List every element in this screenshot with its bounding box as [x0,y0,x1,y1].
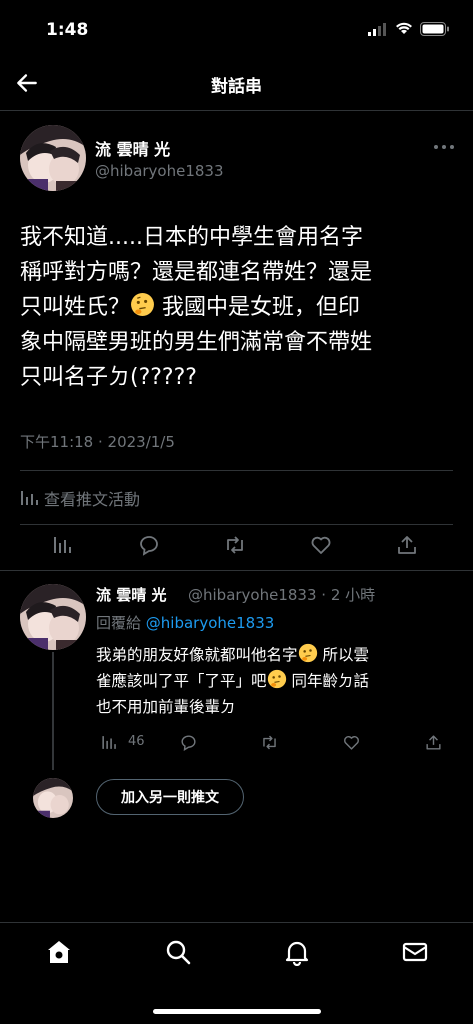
heart-icon[interactable] [309,533,333,557]
share-icon[interactable] [395,533,419,557]
more-dots-icon[interactable] [432,143,456,151]
divider [20,524,453,525]
avatar[interactable] [20,125,86,191]
reply-text: 我弟的朋友好像就都叫他名字 所以雲 雀應該叫了平「了平」吧 同年齡ㄉ話 也不用加… [96,642,456,720]
view-tweet-activity[interactable]: 查看推文活動 [20,486,140,510]
add-another-tweet-button[interactable]: 加入另一則推文 [96,779,244,815]
divider [0,570,473,571]
replying-to: 回覆給 @hibaryohe1833 [96,612,274,633]
analytics-icon [21,491,38,505]
retweet-icon[interactable] [260,733,279,752]
home-icon[interactable] [45,938,73,966]
tweet-timestamp[interactable]: 下午11:18 · 2023/1/5 [20,431,175,452]
analytics-icon[interactable] [100,733,119,752]
search-icon[interactable] [164,938,192,966]
reply-icon[interactable] [137,533,161,557]
header-divider [0,110,473,111]
author-handle[interactable]: @hibaryohe1833 [95,162,224,180]
mail-icon[interactable] [401,938,429,966]
thinking-face-emoji-icon [267,669,286,689]
replying-prefix: 回覆給 [96,614,142,632]
wifi-icon [396,22,412,34]
reply-meta: @hibaryohe1833 · 2 小時 [188,586,376,604]
views-count: 46 [128,734,145,749]
page-title: 對話串 [211,77,262,97]
replying-to-link[interactable]: @hibaryohe1833 [146,614,275,632]
status-time: 1:48 [46,20,89,40]
thinking-face-emoji-icon [298,643,317,663]
author-name[interactable]: 流 雲晴 光 [95,136,170,160]
reply-icon[interactable] [179,733,198,752]
reply-avatar[interactable] [20,584,86,650]
compose-avatar [33,778,73,818]
reply-author-name[interactable]: 流 雲晴 光 [96,584,166,605]
share-icon[interactable] [424,733,443,752]
bottom-nav-divider [0,922,473,923]
heart-icon[interactable] [342,733,361,752]
cellular-signal-icon [368,23,386,36]
home-indicator [153,1009,321,1014]
thinking-face-emoji-icon [131,293,154,316]
retweet-icon[interactable] [223,533,247,557]
divider [20,470,453,471]
battery-icon [420,22,449,36]
thread-line [52,652,54,770]
bell-icon[interactable] [283,938,311,966]
reply-text-part1: 我弟的朋友好像就都叫他名字 [96,646,298,664]
analytics-icon[interactable] [51,533,75,557]
activity-label: 查看推文活動 [44,490,141,509]
tweet-text: 我不知道.....日本的中學生會用名字 稱呼對方嗎？還是都連名帶姓？還是 只叫姓… [20,220,455,395]
